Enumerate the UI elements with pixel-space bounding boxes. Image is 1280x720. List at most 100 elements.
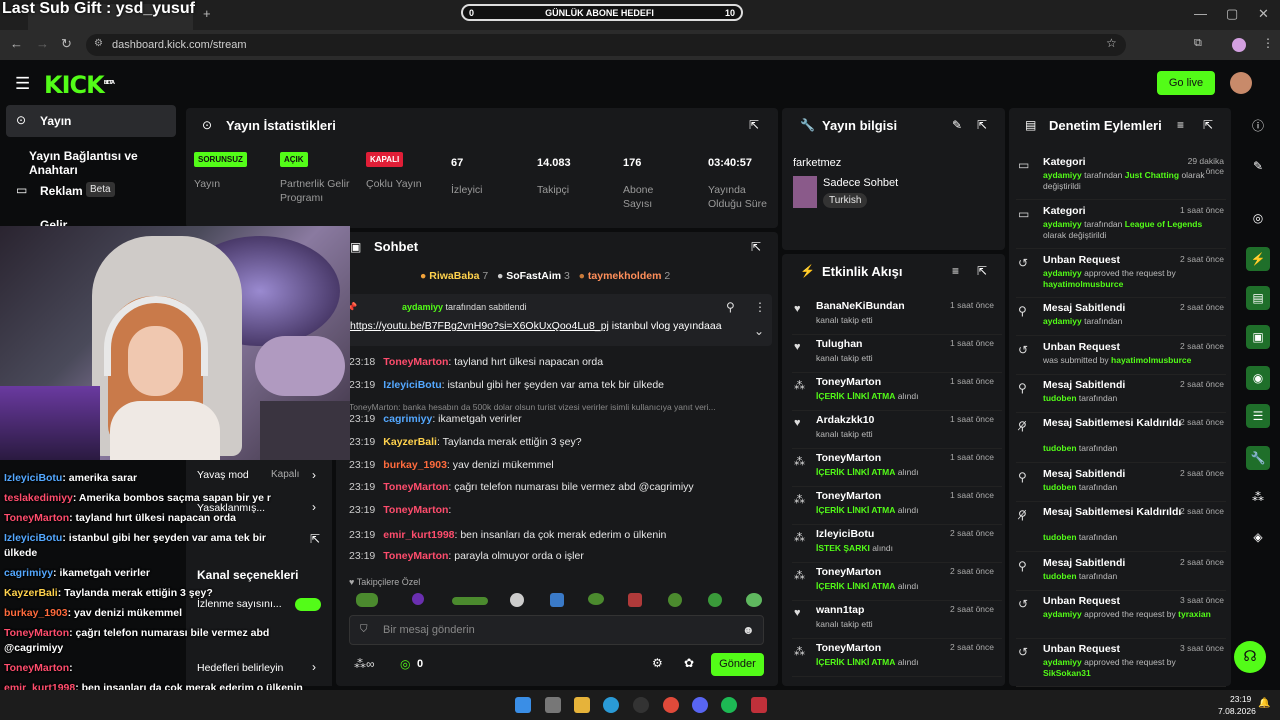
bolt-icon[interactable]: ⚡ (1246, 247, 1270, 271)
moderator-name[interactable]: aydamiyy (1043, 657, 1082, 667)
pinned-link[interactable]: https://youtu.be/B7FBg2vnH9o?si=X6OkUxQo… (350, 320, 609, 332)
forward-icon[interactable]: → (36, 36, 49, 51)
filter-icon[interactable]: ≡ (1177, 118, 1184, 132)
pencil-icon[interactable]: ✎ (1246, 154, 1270, 178)
back-icon[interactable]: ← (10, 36, 23, 51)
document-icon[interactable]: ▤ (1246, 286, 1270, 310)
moderator-name[interactable]: tudoben (1043, 482, 1077, 492)
camera-icon[interactable]: ◎ (1246, 206, 1270, 230)
reload-icon[interactable]: ↻ (61, 36, 72, 52)
hamburger-menu-icon[interactable]: ☰ (15, 74, 30, 94)
tag-icon[interactable]: ◈ (1246, 525, 1270, 549)
emote-7[interactable] (628, 593, 642, 607)
emote-1[interactable] (356, 593, 378, 607)
app-icon[interactable] (751, 697, 767, 713)
emote-2[interactable] (412, 593, 424, 605)
chevron-right-icon[interactable]: › (312, 660, 316, 674)
activity-item[interactable]: ⁂ IzleyiciBotu İSTEK ŞARKI alındı 2 saat ön… (792, 525, 1002, 563)
obs-icon[interactable] (633, 697, 649, 713)
spotify-icon[interactable] (721, 697, 737, 713)
chevron-down-icon[interactable]: ⌄ (754, 324, 764, 338)
user-avatar[interactable] (1230, 72, 1252, 94)
activity-item[interactable]: ♥ wann1tap kanalı takip etti 2 saat önce (792, 601, 1002, 639)
moderation-item[interactable]: ⚲ Mesaj Sabitlendi tudoben tarafından 2 saa… (1016, 464, 1226, 502)
support-chat-button[interactable]: ☊ (1234, 641, 1266, 673)
emote-9[interactable] (708, 593, 722, 607)
popout-icon[interactable]: ⇱ (1203, 118, 1213, 132)
browser-menu-icon[interactable]: ⋮ (1262, 36, 1274, 50)
windows-start-icon[interactable] (515, 697, 531, 713)
sidebar-item-stream[interactable]: ⊙ Yayın (6, 105, 176, 137)
emote-3[interactable] (452, 597, 488, 605)
layout-icon[interactable]: ☰ (1246, 404, 1270, 428)
chevron-right-icon[interactable]: › (312, 500, 316, 514)
url-input[interactable]: dashboard.kick.com/stream (86, 34, 1126, 56)
moderator-name[interactable]: tudoben (1043, 571, 1077, 581)
message-username[interactable]: ToneyMarton (383, 481, 448, 493)
unpin-icon[interactable]: ⚲ (726, 300, 735, 314)
edge-icon[interactable] (603, 697, 619, 713)
settings-gear-icon[interactable]: ⚙ (652, 656, 663, 670)
activity-item[interactable]: ⁂ ToneyMarton İÇERİK LİNKİ ATMA alındı 1 sa… (792, 487, 1002, 525)
moderation-item[interactable]: ▭ Kategori aydamiyy tarafından Just Chatti… (1016, 152, 1226, 200)
info-icon[interactable]: ⓘ (1246, 114, 1270, 138)
moderation-item[interactable]: ↺ Unban Request was submitted by hayatimol… (1016, 337, 1226, 375)
gifter-2[interactable]: ● SoFastAim 3 (497, 270, 570, 282)
moderation-item[interactable]: ▭ Kategori aydamiyy tarafından League of L… (1016, 201, 1226, 249)
activity-item[interactable]: ♥ Ardakzkk10 kanalı takip etti 1 saat önce (792, 411, 1002, 449)
chat-icon[interactable]: ▣ (1246, 325, 1270, 349)
activity-item[interactable]: ⁂ ToneyMarton İÇERİK LİNKİ ATMA alındı 1 sa… (792, 373, 1002, 411)
emote-4[interactable] (510, 593, 524, 607)
chrome-icon[interactable] (663, 697, 679, 713)
moderator-name[interactable]: aydamiyy (1043, 219, 1082, 229)
gifter-3[interactable]: ● taymekholdem 2 (579, 270, 671, 282)
moderator-name[interactable]: aydamiyy (1043, 609, 1082, 619)
message-username[interactable]: burkay_1903 (383, 459, 447, 471)
moderation-item[interactable]: ⚲ Mesaj Sabitlendi tudoben tarafından 2 saa… (1016, 375, 1226, 413)
minimize-button[interactable]: — (1194, 6, 1207, 21)
wrench-icon[interactable]: 🔧 (1246, 446, 1270, 470)
activity-item[interactable]: ♥ Tulughan kanalı takip etti 1 saat önce (792, 335, 1002, 373)
category-name[interactable]: Sadece Sohbet (823, 177, 898, 189)
chat-input[interactable]: ⛉ Bir mesaj gönderin ☻ (349, 615, 764, 645)
popout-icon[interactable]: ⇱ (751, 240, 761, 254)
external-link-icon[interactable]: ⇱ (310, 532, 320, 546)
emote-10[interactable] (746, 593, 762, 607)
moderation-item[interactable]: ⚲̸ Mesaj Sabitlemesi Kaldırıldı tudoben ta… (1016, 502, 1226, 552)
edit-icon[interactable]: ✎ (952, 118, 962, 132)
filter-icon[interactable]: ≡ (952, 264, 959, 278)
moderation-item[interactable]: ⚲ Mesaj Sabitlendi tudoben tarafından 2 saa… (1016, 553, 1226, 591)
message-username[interactable]: ToneyMarton (383, 550, 448, 562)
moderator-name[interactable]: aydamiyy (1043, 170, 1082, 180)
moderator-name[interactable]: tudoben (1043, 393, 1077, 403)
extensions-icon[interactable]: ⧉ (1194, 37, 1202, 50)
moderator-name[interactable]: tudoben (1043, 443, 1077, 453)
site-info-icon[interactable]: ⚙ (94, 38, 103, 49)
popout-icon[interactable]: ⇱ (977, 264, 987, 278)
activity-item[interactable]: ♥ BanaNeKiBundan kanalı takip etti 1 saat ö… (792, 297, 1002, 335)
activity-item[interactable]: ⁂ ToneyMarton İÇERİK LİNKİ ATMA alındı 2 sa… (792, 563, 1002, 601)
moderation-item[interactable]: ⚲ Mesaj Sabitlendi aydamiyy tarafından 2 sa… (1016, 298, 1226, 336)
sidebar-item-ads[interactable]: ▭ Reklam Beta (16, 182, 176, 202)
users-icon[interactable]: ⁂∞ (354, 657, 375, 671)
message-username[interactable]: emir_kurt1998 (383, 529, 454, 541)
emoji-icon[interactable]: ☻ (742, 623, 755, 637)
users-icon[interactable]: ⁂ (1246, 485, 1270, 509)
moderation-item[interactable]: ↺ Unban Request aydamiyy approved the requ… (1016, 591, 1226, 639)
close-button[interactable]: ✕ (1258, 6, 1269, 22)
chevron-right-icon[interactable]: › (312, 468, 316, 482)
message-username[interactable]: KayzerBali (383, 436, 437, 448)
new-tab-button[interactable]: + (203, 6, 211, 21)
message-username[interactable]: cagrimiyy (383, 413, 432, 425)
go-live-button[interactable]: Go live (1157, 71, 1215, 95)
activity-item[interactable]: ⁂ ToneyMarton İÇERİK LİNKİ ATMA alındı 2 sa… (792, 639, 1002, 677)
watch-count-toggle[interactable] (295, 598, 321, 611)
broadcast-icon[interactable]: ◉ (1246, 366, 1270, 390)
moderator-name[interactable]: aydamiyy (1043, 316, 1082, 326)
activity-item[interactable]: ⁂ ToneyMarton İÇERİK LİNKİ ATMA alındı 1 sa… (792, 449, 1002, 487)
moderation-item[interactable]: ↺ Unban Request aydamiyy approved the requ… (1016, 639, 1226, 687)
moderator-name[interactable]: aydamiyy (1043, 268, 1082, 278)
send-button[interactable]: Gönder (711, 653, 764, 676)
notification-icon[interactable]: 🔔 (1258, 698, 1270, 709)
message-username[interactable]: ToneyMarton (383, 356, 448, 368)
